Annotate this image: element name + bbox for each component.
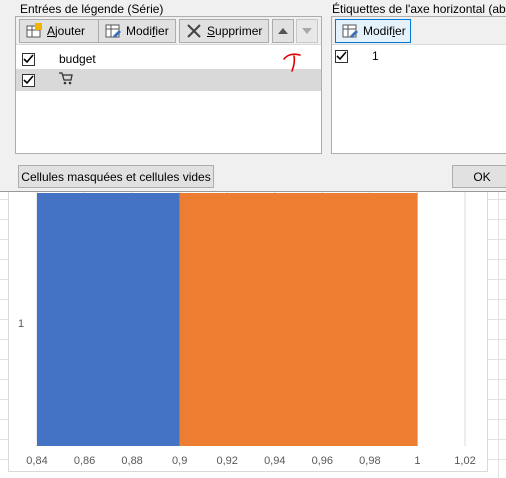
axis-toolbar: Modifier	[332, 17, 506, 45]
x-tick-label: 1,02	[454, 455, 475, 467]
add-label: Ajouter	[47, 24, 86, 38]
x-tick-label: 0,92	[217, 455, 238, 467]
series-row-cart[interactable]	[16, 69, 321, 91]
hidden-empty-cells-button[interactable]: Cellules masquées et cellules vides	[18, 165, 214, 188]
red-arrow-annotation	[283, 53, 301, 72]
chart-plot: 0,84 0,86 0,88 0,9 0,92 0,94 0,96 0,98 1 1,02 1	[18, 191, 476, 467]
series-checkbox[interactable]	[22, 52, 35, 66]
edit-table-icon	[105, 23, 121, 39]
delete-icon	[186, 23, 202, 39]
axis-labels-panel: Modifier 1	[331, 16, 506, 154]
ok-button[interactable]: OK	[452, 165, 506, 188]
bar-segment[interactable]	[37, 193, 180, 446]
select-data-dialog: Entrées de légende (Série) Étiquettes de…	[0, 0, 506, 192]
sheet-column-line	[498, 190, 499, 478]
ok-label: OK	[473, 169, 491, 184]
axis-label-checkbox[interactable]	[335, 49, 348, 63]
axis-label-value: 1	[372, 49, 379, 63]
add-series-button[interactable]: Ajouter	[19, 19, 110, 43]
axis-label-row[interactable]: 1	[332, 45, 506, 67]
bar-segment[interactable]	[179, 193, 418, 446]
x-tick-label: 0,9	[172, 455, 187, 467]
x-tick-label: 1	[414, 455, 420, 467]
delete-label: Supprimer	[207, 24, 263, 38]
move-down-button[interactable]	[296, 19, 318, 43]
y-category-label: 1	[18, 318, 24, 330]
series-label: budget	[59, 52, 96, 66]
legend-entries-panel: Ajouter Modifier Supprimer budget	[15, 16, 322, 154]
chart-area[interactable]: 0,84 0,86 0,88 0,9 0,92 0,94 0,96 0,98 1 1,02 1	[8, 190, 488, 472]
hidden-cells-label: Cellules masquées et cellules vides	[21, 169, 211, 184]
edit-table-icon	[342, 23, 358, 39]
legend-toolbar: Ajouter Modifier Supprimer	[16, 17, 321, 45]
table-add-icon	[26, 23, 42, 39]
series-row-budget[interactable]: budget	[16, 48, 321, 70]
triangle-down-icon	[302, 24, 312, 38]
edit-axis-labels-button[interactable]: Modifier	[335, 19, 411, 43]
x-tick-label: 0,96	[312, 455, 333, 467]
series-checkbox[interactable]	[22, 73, 35, 87]
x-tick-label: 0,86	[74, 455, 95, 467]
edit-series-button[interactable]: Modifier	[98, 19, 176, 43]
x-tick-label: 0,88	[121, 455, 142, 467]
axis-labels-group-label: Étiquettes de l'axe horizontal (abs	[332, 2, 506, 16]
x-tick-label: 0,84	[26, 455, 47, 467]
cart-icon	[59, 72, 73, 88]
x-tick-label: 0,98	[359, 455, 380, 467]
move-up-button[interactable]	[272, 19, 294, 43]
delete-series-button[interactable]: Supprimer	[179, 19, 269, 43]
axis-edit-label: Modifier	[363, 24, 406, 38]
triangle-up-icon	[278, 24, 288, 38]
edit-label: Modifier	[126, 24, 169, 38]
legend-entries-label: Entrées de légende (Série)	[20, 2, 164, 16]
x-tick-label: 0,94	[264, 455, 285, 467]
